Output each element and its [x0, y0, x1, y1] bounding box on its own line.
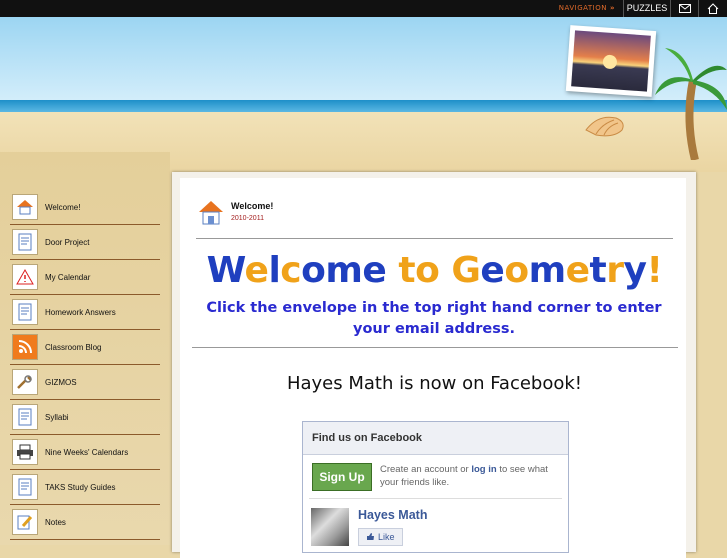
- house-icon: [12, 194, 38, 220]
- document-icon: [12, 404, 38, 430]
- divider: [309, 498, 562, 499]
- facebook-announcement: Hayes Math is now on Facebook!: [286, 373, 583, 394]
- sidebar-item-homework-answers[interactable]: Homework Answers: [10, 295, 160, 330]
- sidebar-item-label: GIZMOS: [45, 377, 77, 387]
- headline-letter: l: [268, 250, 281, 291]
- house-icon: [199, 201, 223, 225]
- headline-letter: o: [301, 250, 326, 291]
- document-icon: [12, 474, 38, 500]
- sidebar-item-label: TAKS Study Guides: [45, 482, 116, 492]
- sunset-image: [571, 30, 651, 92]
- sidebar-item-label: Notes: [45, 517, 66, 527]
- sidebar-item-taks-study-guides[interactable]: TAKS Study Guides: [10, 470, 160, 505]
- page-title: Welcome!: [231, 201, 274, 211]
- headline-letter: !: [646, 250, 663, 291]
- facebook-like-button[interactable]: Like: [358, 528, 403, 546]
- headline-letter: [386, 250, 398, 291]
- facebook-text-before: Create an account or: [380, 464, 472, 475]
- facebook-like-box: Find us on Facebook Sign Up Create an ac…: [302, 421, 569, 553]
- facebook-login-link[interactable]: log in: [471, 464, 496, 475]
- navigation-label[interactable]: NAVIGATION: [559, 4, 607, 12]
- navigation-arrow-icon[interactable]: »: [610, 4, 615, 12]
- headline-letter: e: [362, 250, 387, 291]
- headline-letter: [439, 250, 451, 291]
- page-date: 2010-2011: [231, 215, 264, 222]
- headline-letter: G: [451, 250, 481, 291]
- tools-icon: [12, 369, 38, 395]
- sidebar-item-label: Homework Answers: [45, 307, 116, 317]
- sunset-photo: [565, 25, 657, 97]
- sidebar-item-label: Classroom Blog: [45, 342, 102, 352]
- divider: [196, 238, 673, 239]
- facebook-signup-text: Create an account or log in to see what …: [380, 463, 562, 489]
- document-icon: [12, 299, 38, 325]
- sidebar-item-welcome[interactable]: Welcome!: [10, 190, 160, 225]
- sidebar-item-gizmos[interactable]: GIZMOS: [10, 365, 160, 400]
- headline-letter: m: [528, 250, 567, 291]
- envelope-icon[interactable]: [679, 4, 691, 13]
- sidebar-item-label: My Calendar: [45, 272, 91, 282]
- sidebar: Welcome! Door Project My Calendar Homewo…: [0, 152, 170, 545]
- email-signup-button[interactable]: [670, 0, 699, 17]
- headline-letter: m: [325, 250, 363, 291]
- thumbs-up-icon: [367, 533, 375, 540]
- sidebar-item-label: Door Project: [45, 237, 90, 247]
- printer-icon: [12, 439, 38, 465]
- headline-letter: t: [589, 250, 607, 291]
- sidebar-item-door-project[interactable]: Door Project: [10, 225, 160, 260]
- navigation-toggle[interactable]: NAVIGATION»: [559, 4, 615, 12]
- divider: [192, 347, 678, 348]
- headline-letter: t: [398, 250, 416, 291]
- headline-letter: c: [280, 250, 302, 291]
- headline-letter: e: [244, 250, 269, 291]
- sidebar-item-my-calendar[interactable]: My Calendar: [10, 260, 160, 295]
- warning-icon: [12, 264, 38, 290]
- palm-tree-icon: [655, 48, 727, 160]
- sidebar-item-label: Nine Weeks' Calendars: [45, 447, 129, 457]
- sidebar-item-syllabi[interactable]: Syllabi: [10, 400, 160, 435]
- home-icon[interactable]: [707, 3, 719, 14]
- like-label: Like: [378, 532, 395, 542]
- document-icon: [12, 229, 38, 255]
- email-instruction: Click the envelope in the top right hand…: [206, 300, 662, 337]
- sidebar-item-classroom-blog[interactable]: Classroom Blog: [10, 330, 160, 365]
- sidebar-item-notes[interactable]: Notes: [10, 505, 160, 540]
- headline-letter: e: [480, 250, 505, 291]
- headline-letter: o: [504, 250, 529, 291]
- headline-letter: o: [415, 250, 440, 291]
- sidebar-item-nine-weeks-calendars[interactable]: Nine Weeks' Calendars: [10, 435, 160, 470]
- puzzles-link[interactable]: PUZZLES: [623, 0, 670, 17]
- home-button[interactable]: [698, 0, 727, 17]
- pencil-icon: [12, 509, 38, 535]
- headline-letter: e: [565, 250, 590, 291]
- sun-graphic: [602, 54, 618, 70]
- sidebar-item-label: Welcome!: [45, 202, 81, 212]
- rss-icon: [12, 334, 38, 360]
- headline-letter: y: [623, 250, 647, 291]
- welcome-headline: Welcome to Geometry!: [196, 250, 673, 291]
- headline-letter: r: [606, 250, 624, 291]
- sidebar-item-label: Syllabi: [45, 412, 69, 422]
- facebook-page-name[interactable]: Hayes Math: [358, 508, 427, 522]
- headline-letter: W: [206, 250, 245, 291]
- facebook-signup-button[interactable]: Sign Up: [312, 463, 372, 491]
- top-bar: NAVIGATION» PUZZLES: [0, 0, 727, 17]
- facebook-box-header: Find us on Facebook: [303, 422, 568, 455]
- header-sea: [0, 100, 727, 112]
- seashell-icon: [585, 116, 624, 137]
- facebook-page-thumbnail[interactable]: [311, 508, 349, 546]
